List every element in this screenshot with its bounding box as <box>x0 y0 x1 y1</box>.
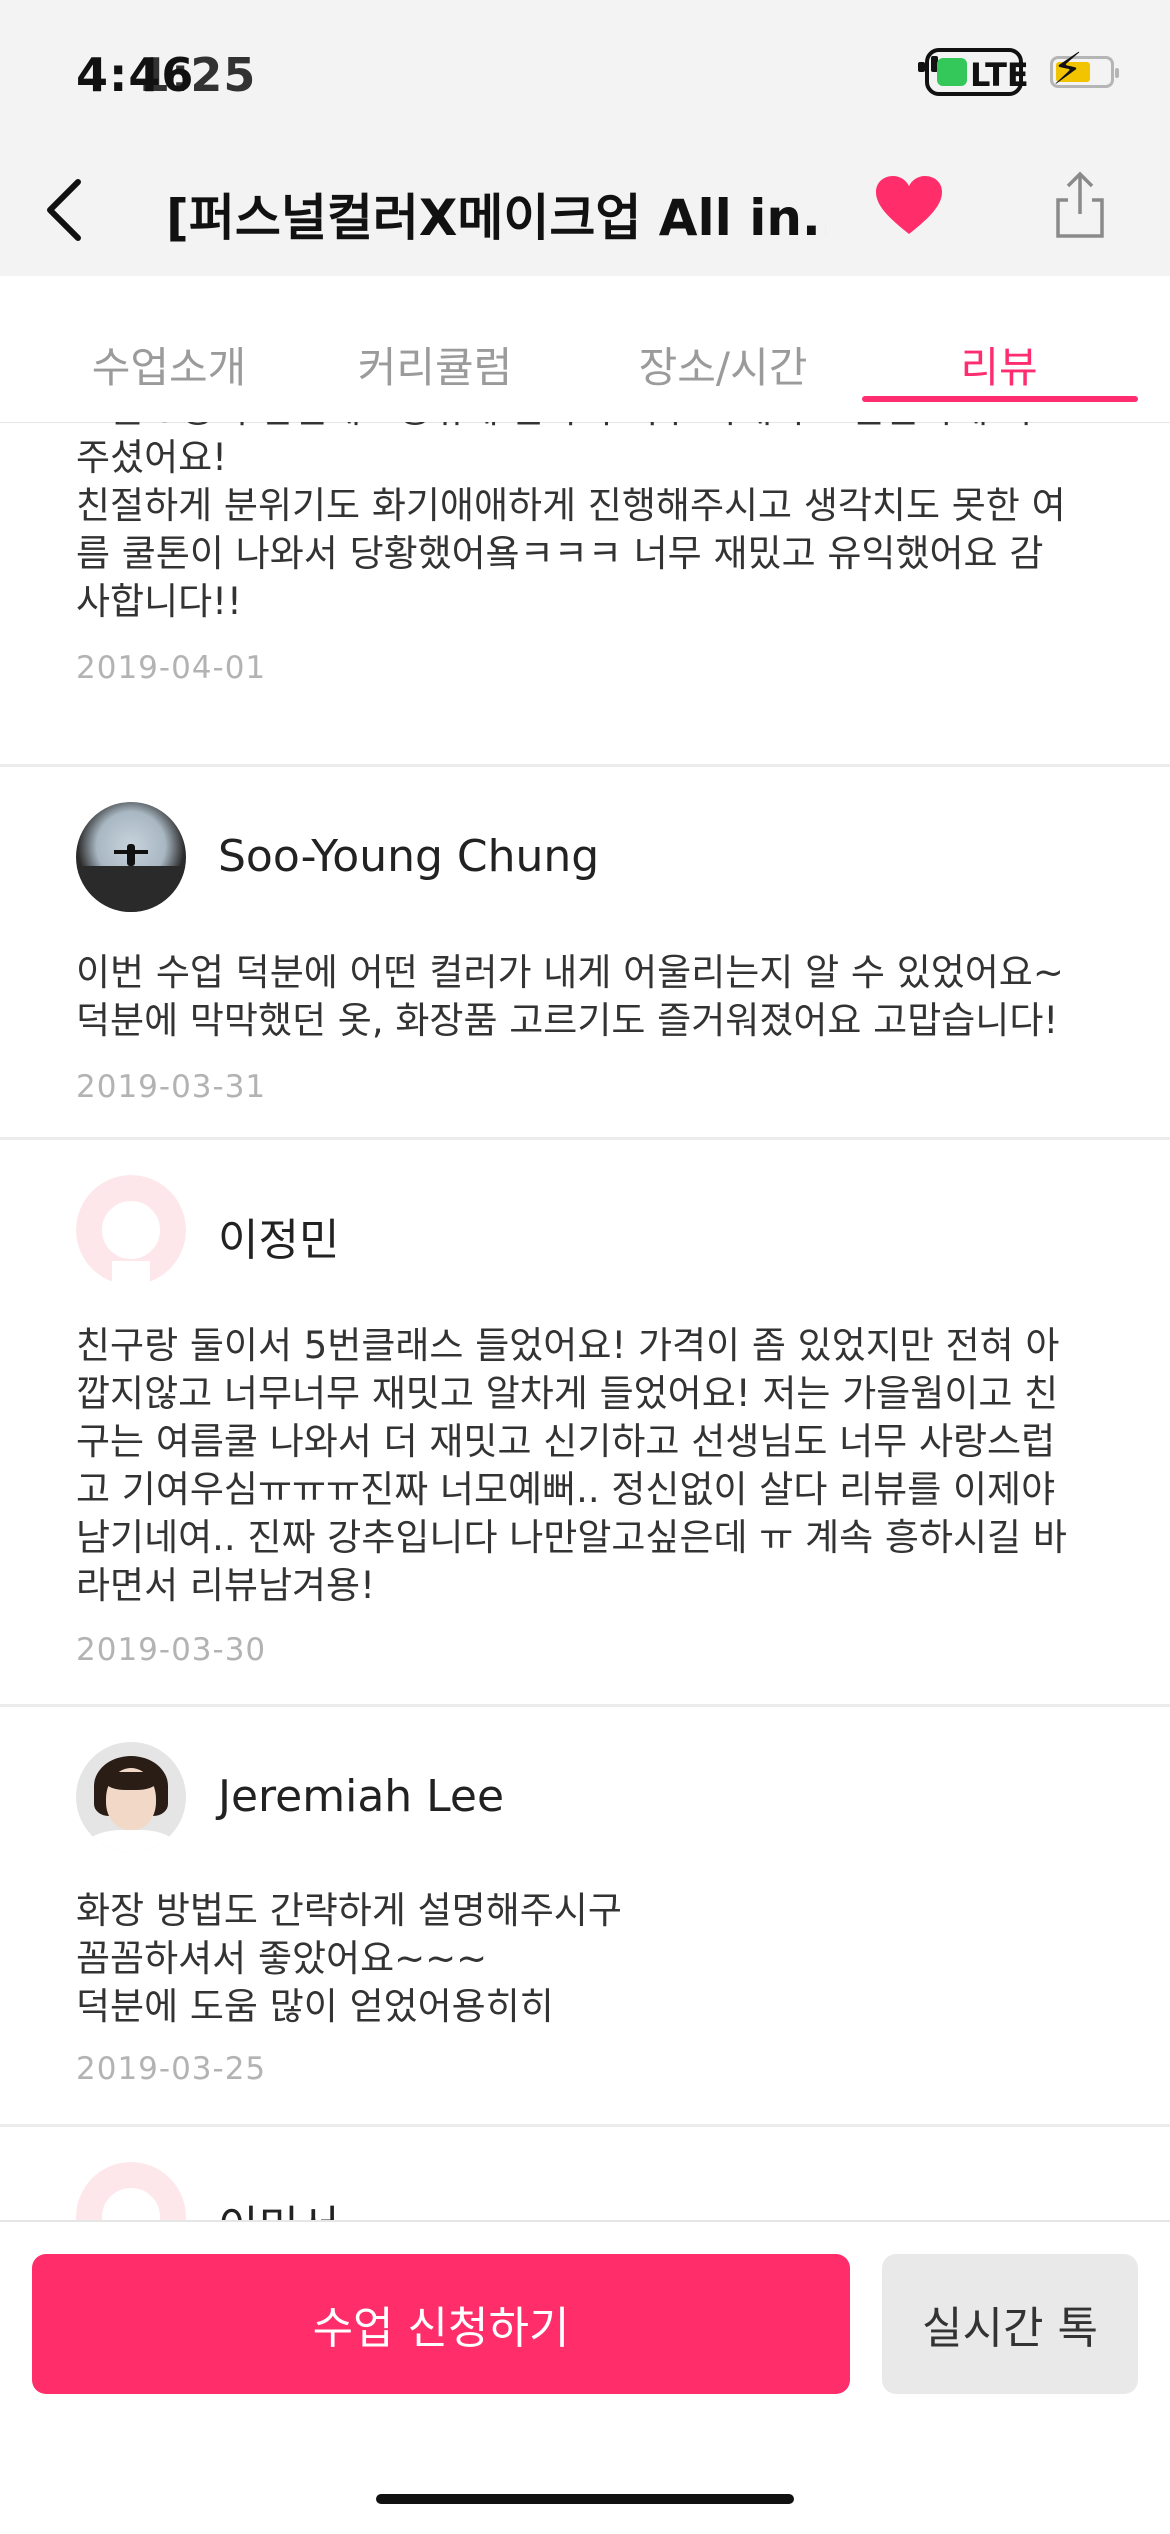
review-text: 화장 방법도 간략하게 설명해주시구 꼼꼼하셔서 좋았어요~~~ 덕분에 도움 … <box>76 1889 622 2028</box>
review-text: 이번 수업 덕분에 어떤 컬러가 내게 어울리는지 알 수 있었어요~ 덕분에 … <box>76 951 1064 1042</box>
tab-bar: 수업소개 커리큘럼 장소/시간 리뷰 <box>0 276 1170 423</box>
divider <box>0 1704 1170 1707</box>
reviewer-name: Soo-Young Chung <box>218 831 600 882</box>
share-icon[interactable] <box>1050 170 1110 240</box>
status-time: 4:46 1:25 <box>76 48 255 102</box>
tab-class-intro[interactable]: 수업소개 <box>24 334 314 395</box>
active-tab-indicator <box>862 396 1138 402</box>
review-date: 2019-03-31 <box>76 1069 267 1105</box>
status-time-overlap: 1:25 <box>138 48 257 102</box>
review-date: 2019-03-25 <box>76 2051 267 2087</box>
avatar[interactable] <box>76 802 186 912</box>
reviewer-name: Jeremiah Lee <box>218 1771 505 1822</box>
divider <box>0 1137 1170 1140</box>
avatar[interactable] <box>76 1742 186 1852</box>
heart-icon[interactable] <box>876 176 942 236</box>
tab-reviews[interactable]: 리뷰 <box>854 334 1144 395</box>
divider <box>0 2124 1170 2127</box>
charging-bolt-icon: ⚡ <box>1052 44 1083 95</box>
divider <box>0 764 1170 767</box>
review-date: 2019-03-30 <box>76 1632 267 1668</box>
tab-curriculum[interactable]: 커리큘럼 <box>290 334 580 395</box>
reviewer-name: 이정민 <box>218 1215 340 1266</box>
back-chevron-icon[interactable] <box>36 170 116 250</box>
home-indicator[interactable] <box>376 2494 794 2504</box>
review-text: 오늘 7명 수업인데 2명밖에 안와서 너무 자세하고 꼼꼼하게 봐 주셨어요!… <box>76 422 1066 623</box>
live-chat-button[interactable]: 실시간 톡 <box>882 2254 1138 2394</box>
review-date: 2019-04-01 <box>76 650 267 686</box>
avatar[interactable] <box>76 1175 186 1285</box>
navigation-bar: [퍼스널컬러X메이크업 All in... <box>0 150 1170 277</box>
bottom-action-bar: 수업 신청하기 실시간 톡 <box>0 2220 1170 2534</box>
avatar[interactable] <box>76 2162 186 2220</box>
apply-class-button[interactable]: 수업 신청하기 <box>32 2254 850 2394</box>
status-bar: 4:46 1:25 LTE ⚡ <box>0 0 1170 150</box>
network-type: LTE <box>970 56 1029 94</box>
page-title: [퍼스널컬러X메이크업 All in... <box>166 189 826 247</box>
reviewer-name: 이미서 <box>218 2191 339 2220</box>
review-list[interactable]: 오늘 7명 수업인데 2명밖에 안와서 너무 자세하고 꼼꼼하게 봐 주셨어요!… <box>0 422 1170 2220</box>
tab-place-time[interactable]: 장소/시간 <box>578 334 868 395</box>
review-text: 친구랑 둘이서 5번클래스 들었어요! 가격이 좀 있었지만 전혀 아 깝지않고… <box>76 1324 1067 1607</box>
